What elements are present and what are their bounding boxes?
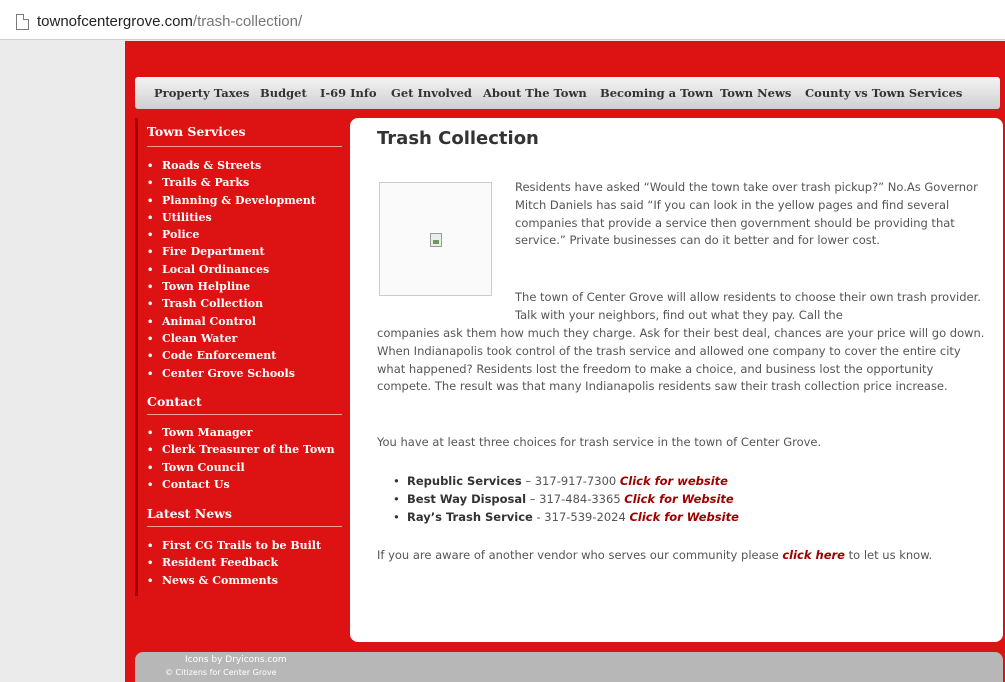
divider (147, 526, 342, 527)
nav-i69-info[interactable]: I-69 Info (320, 86, 377, 100)
contact-list: Town Manager Clerk Treasurer of the Town… (147, 424, 335, 493)
site-page: Property Taxes Budget I-69 Info Get Invo… (125, 41, 1005, 682)
sidebar-item-contact-us[interactable]: Contact Us (147, 476, 335, 493)
sidebar-item-water[interactable]: Clean Water (147, 330, 316, 347)
sidebar-item-schools[interactable]: Center Grove Schools (147, 365, 316, 382)
vendor-website-link[interactable]: Click for Website (624, 492, 733, 506)
url-path: /trash-collection/ (192, 13, 303, 30)
sidebar-item-roads[interactable]: Roads & Streets (147, 157, 316, 174)
article-image (379, 182, 492, 296)
sidebar-item-police[interactable]: Police (147, 226, 316, 243)
services-list: Roads & Streets Trails & Parks Planning … (147, 157, 316, 382)
vendor-list: Republic Services – 317-917-7300 Click f… (393, 472, 739, 527)
list-item: Republic Services – 317-917-7300 Click f… (393, 472, 739, 490)
other-vendor-text-end: to let us know. (845, 548, 933, 562)
sidebar-item-news-comments[interactable]: News & Comments (147, 572, 321, 589)
vendor-phone: – 317-484-3365 (526, 492, 625, 507)
nav-get-involved[interactable]: Get Involved (391, 86, 472, 100)
nav-county-vs-town[interactable]: County vs Town Services (805, 86, 962, 100)
other-vendor-text: If you are aware of another vendor who s… (377, 548, 783, 562)
paragraph-intro: Residents have asked “Would the town tak… (515, 180, 978, 248)
url-text[interactable]: townofcentergrove.com/trash-collection/ (37, 13, 302, 30)
list-item: Best Way Disposal – 317-484-3365 Click f… (393, 490, 739, 508)
nav-town-news[interactable]: Town News (720, 86, 791, 100)
news-list: First CG Trails to be Built Resident Fee… (147, 537, 321, 589)
sidebar-item-code[interactable]: Code Enforcement (147, 347, 316, 364)
page-title: Trash Collection (377, 128, 539, 149)
sidebar-item-town-manager[interactable]: Town Manager (147, 424, 335, 441)
main-nav: Property Taxes Budget I-69 Info Get Invo… (135, 77, 1000, 109)
url-domain: townofcentergrove.com (37, 13, 193, 30)
vendor-name: Republic Services (407, 474, 522, 488)
sidebar-heading-news: Latest News (147, 506, 232, 521)
sidebar-item-trash[interactable]: Trash Collection (147, 295, 316, 312)
sidebar-item-cg-trails[interactable]: First CG Trails to be Built (147, 537, 321, 554)
list-item: Ray’s Trash Service - 317-539-2024 Click… (393, 508, 739, 526)
vendor-name: Ray’s Trash Service (407, 510, 533, 525)
sidebar-item-animal[interactable]: Animal Control (147, 313, 316, 330)
icon-credit-link[interactable]: Icons by Dryicons.com (185, 655, 287, 665)
nav-budget[interactable]: Budget (260, 86, 307, 100)
sidebar-item-ordinances[interactable]: Local Ordinances (147, 261, 316, 278)
vendor-phone: – 317-917-7300 (521, 474, 620, 488)
sidebar-item-planning[interactable]: Planning & Development (147, 192, 316, 209)
sidebar-item-helpline[interactable]: Town Helpline (147, 278, 316, 295)
sidebar: Town Services Roads & Streets Trails & P… (135, 118, 343, 596)
paragraph-choices: You have at least three choices for tras… (377, 435, 822, 449)
sidebar-item-council[interactable]: Town Council (147, 459, 335, 476)
vendor-website-link[interactable]: Click for Website (629, 510, 738, 524)
vendor-website-link[interactable]: Click for website (620, 474, 728, 488)
copyright-text: © Citizens for Center Grove (165, 668, 277, 677)
divider (147, 146, 342, 147)
vendor-name: Best Way Disposal (407, 492, 527, 507)
broken-image-icon (430, 233, 442, 247)
sidebar-heading-services: Town Services (147, 124, 246, 139)
sidebar-heading-contact: Contact (147, 394, 202, 409)
sidebar-item-fire[interactable]: Fire Department (147, 243, 316, 260)
sidebar-item-clerk[interactable]: Clerk Treasurer of the Town (147, 441, 335, 458)
nav-property-taxes[interactable]: Property Taxes (154, 86, 249, 100)
sidebar-item-feedback[interactable]: Resident Feedback (147, 554, 321, 571)
paragraph-other-vendor: If you are aware of another vendor who s… (377, 547, 987, 565)
page-gutter (0, 41, 125, 682)
divider (147, 414, 342, 415)
sidebar-item-trails[interactable]: Trails & Parks (147, 174, 316, 191)
nav-about-the-town[interactable]: About The Town (483, 86, 587, 100)
footer: Icons by Dryicons.com © Citizens for Cen… (135, 652, 1003, 682)
vendor-phone: - 317-539-2024 (532, 510, 630, 525)
sidebar-item-utilities[interactable]: Utilities (147, 209, 316, 226)
address-bar[interactable]: townofcentergrove.com/trash-collection/ (0, 0, 1005, 40)
click-here-link[interactable]: click here (782, 548, 845, 562)
page-icon (16, 14, 29, 30)
paragraph-choice-start: The town of Center Grove will allow resi… (515, 290, 981, 322)
main-content: Trash Collection Residents have asked “W… (350, 118, 1003, 642)
paragraph-choice-rest: companies ask them how much they charge.… (377, 326, 985, 394)
nav-becoming-a-town[interactable]: Becoming a Town (600, 86, 713, 100)
